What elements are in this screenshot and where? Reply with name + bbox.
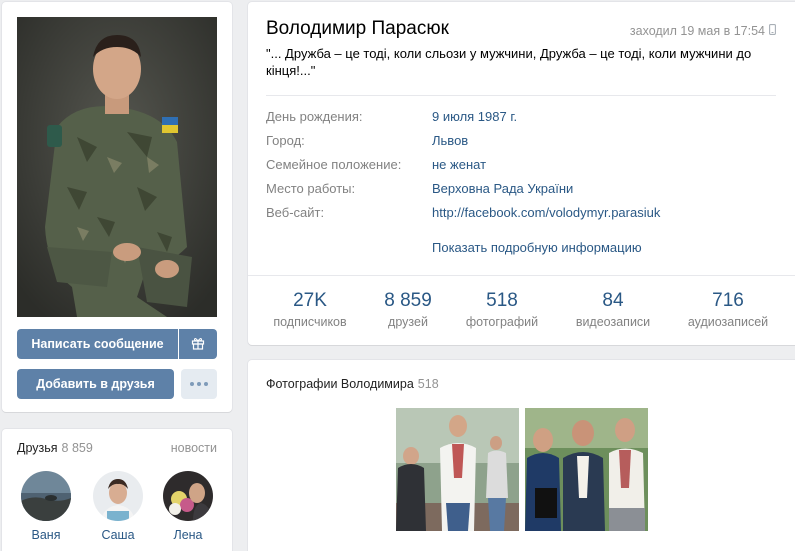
counter-label: друзей xyxy=(388,315,428,329)
counter-value: 518 xyxy=(486,290,518,311)
info-value[interactable]: Верховна Рада України xyxy=(432,181,573,199)
photo-thumbnail[interactable] xyxy=(525,408,648,531)
send-gift-button[interactable] xyxy=(179,329,217,359)
friend-avatar[interactable] xyxy=(163,471,213,521)
friends-title[interactable]: Друзья xyxy=(17,441,58,455)
info-row-work: Место работы: Верховна Рада України xyxy=(266,181,573,199)
info-row-relationship: Семейное положение: не женат xyxy=(266,157,486,175)
divider xyxy=(266,95,776,96)
photos-title[interactable]: Фотографии Володимира xyxy=(266,377,414,391)
friend-item[interactable]: Саша xyxy=(88,471,148,542)
friends-header: Друзья 8 859 новости xyxy=(17,441,217,457)
divider xyxy=(248,275,795,276)
show-more-info-link[interactable]: Показать подробную информацию xyxy=(432,240,642,255)
counter-photos[interactable]: 518 фотографий xyxy=(460,290,544,329)
counter-value: 27K xyxy=(293,290,327,311)
friend-name[interactable]: Ваня xyxy=(16,528,76,542)
last-seen: заходил 19 мая в 17:54 xyxy=(630,24,776,38)
info-value[interactable]: http://facebook.com/volodymyr.parasiuk xyxy=(432,205,660,223)
profile-status[interactable]: "... Дружба – це тоді, коли сльози у муж… xyxy=(266,45,778,79)
counter-videos[interactable]: 84 видеозаписи xyxy=(568,290,658,329)
profile-photo-card: Написать сообщение Добавить в друзья xyxy=(2,2,232,412)
info-label: Место работы: xyxy=(266,181,356,196)
info-row-website: Веб-сайт: http://facebook.com/volodymyr.… xyxy=(266,205,660,223)
send-message-button[interactable]: Написать сообщение xyxy=(17,329,178,359)
counter-label: видеозаписи xyxy=(575,315,651,329)
info-label: Город: xyxy=(266,133,305,148)
photos-header: Фотографии Володимира 518 xyxy=(266,377,439,391)
counter-value: 84 xyxy=(602,290,624,311)
friend-name[interactable]: Лена xyxy=(158,528,218,542)
friend-avatar[interactable] xyxy=(21,471,71,521)
profile-info-card: Володимир Парасюк заходил 19 мая в 17:54… xyxy=(248,2,795,345)
info-row-birthday: День рождения: 9 июля 1987 г. xyxy=(266,109,517,127)
gift-icon xyxy=(191,336,205,353)
photos-count: 518 xyxy=(417,377,439,391)
last-seen-text: заходил 19 мая в 17:54 xyxy=(629,24,765,38)
profile-name: Володимир Парасюк xyxy=(266,18,449,39)
profile-avatar[interactable] xyxy=(17,17,217,317)
photos-card: Фотографии Володимира 518 xyxy=(248,360,795,551)
info-label: Веб-сайт: xyxy=(266,205,325,220)
info-value[interactable]: Львов xyxy=(432,133,468,151)
info-label: День рождения: xyxy=(266,109,363,124)
counter-value: 8 859 xyxy=(384,290,432,311)
friend-item[interactable]: Ваня xyxy=(16,471,76,542)
counter-label: подписчиков xyxy=(273,315,347,329)
friend-name[interactable]: Саша xyxy=(88,528,148,542)
friend-avatar[interactable] xyxy=(93,471,143,521)
counter-label: аудиозаписей xyxy=(687,315,769,329)
friends-count: 8 859 xyxy=(61,441,93,455)
more-dots-icon xyxy=(190,382,208,386)
counter-followers[interactable]: 27K подписчиков xyxy=(268,290,352,329)
more-actions-button[interactable] xyxy=(181,369,217,399)
friends-card: Друзья 8 859 новости Ваня Саша Лена xyxy=(2,429,232,551)
info-value[interactable]: не женат xyxy=(432,157,486,175)
counter-value: 716 xyxy=(712,290,744,311)
counter-audios[interactable]: 716 аудиозаписей xyxy=(680,290,776,329)
add-friend-button[interactable]: Добавить в друзья xyxy=(17,369,174,399)
info-value[interactable]: 9 июля 1987 г. xyxy=(432,109,517,127)
photo-thumbnail[interactable] xyxy=(396,408,519,531)
mobile-icon xyxy=(769,24,776,38)
info-label: Семейное положение: xyxy=(266,157,402,172)
friends-news-link[interactable]: новости xyxy=(171,441,217,455)
counter-label: фотографий xyxy=(465,315,539,329)
friend-item[interactable]: Лена xyxy=(158,471,218,542)
counter-friends[interactable]: 8 859 друзей xyxy=(376,290,440,329)
info-row-city: Город: Львов xyxy=(266,133,468,151)
